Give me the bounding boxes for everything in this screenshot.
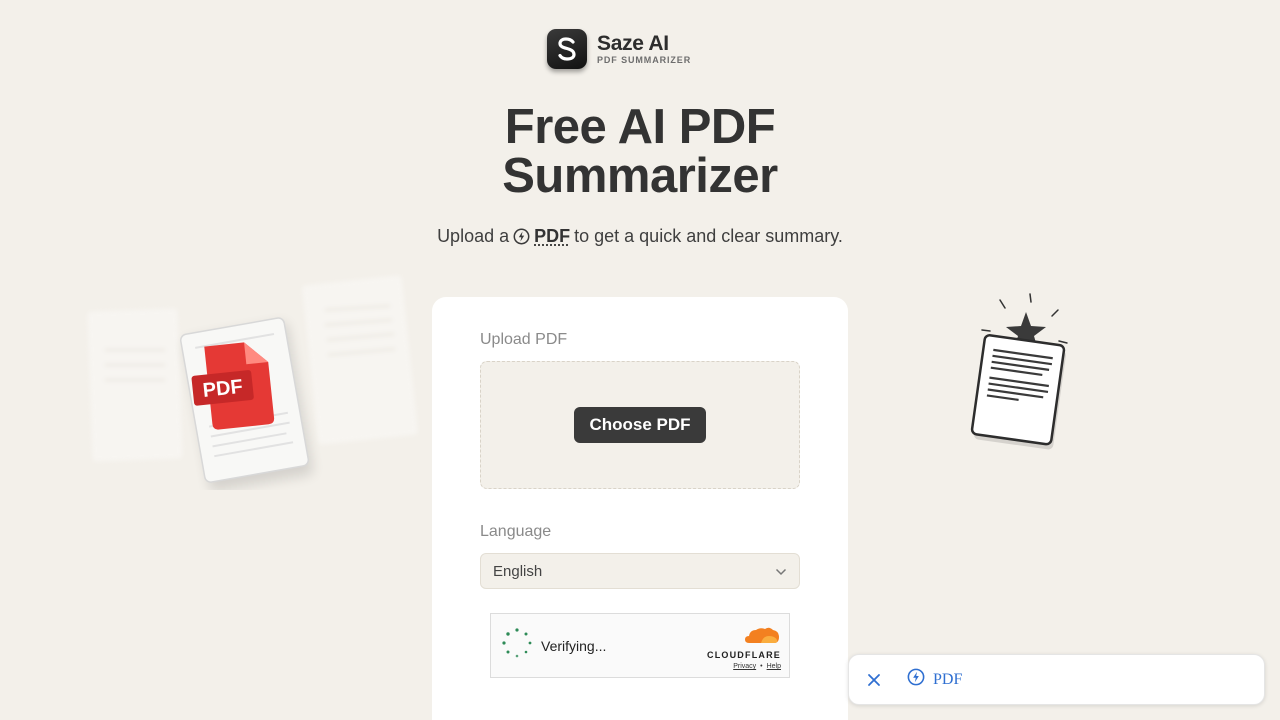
privacy-link[interactable]: Privacy <box>733 663 756 670</box>
page-title: Free AI PDF Summarizer <box>0 103 1280 201</box>
upload-card: Upload PDF Choose PDF Language English V… <box>432 297 848 720</box>
pdf-illustration: PDF <box>80 270 420 492</box>
pdf-dropzone[interactable]: Choose PDF <box>480 361 800 489</box>
pdf-badge-label: PDF <box>202 376 244 402</box>
choose-pdf-button[interactable]: Choose PDF <box>574 407 706 443</box>
subtitle-prefix: Upload a <box>437 226 510 246</box>
subtitle-suffix: to get a quick and clear summary. <box>574 226 843 246</box>
page-subtitle: Upload a PDF to get a quick and clear su… <box>0 226 1280 247</box>
help-link[interactable]: Help <box>767 663 781 670</box>
brand-logo[interactable]: Saze AI PDF SUMMARIZER <box>547 29 691 69</box>
cloudflare-cloud-icon <box>743 626 781 649</box>
subtitle-pdf-link[interactable]: PDF <box>534 226 570 247</box>
language-select[interactable]: English <box>480 553 800 589</box>
cloudflare-branding: CLOUDFLARE Privacy • Help <box>707 626 781 670</box>
page-title-line-1: Free AI PDF <box>504 100 776 154</box>
popup-pdf-item[interactable]: PDF <box>907 668 962 691</box>
cloudflare-captcha[interactable]: Verifying... CLOUDFLARE Privacy • Help <box>490 613 790 678</box>
spinner-icon <box>501 627 533 664</box>
document-star-illustration <box>960 290 1080 460</box>
popup-pdf-label: PDF <box>933 670 963 688</box>
upload-label: Upload PDF <box>480 331 568 348</box>
chevron-down-icon <box>775 563 787 580</box>
brand-name: Saze AI <box>597 32 669 55</box>
language-select-value: English <box>493 562 543 580</box>
close-icon[interactable] <box>865 671 883 689</box>
captcha-status: Verifying... <box>541 637 607 654</box>
bolt-circle-icon <box>907 668 925 691</box>
page-title-line-2: Summarizer <box>502 149 778 203</box>
brand-subtitle: PDF SUMMARIZER <box>597 55 692 65</box>
language-label: Language <box>480 523 552 540</box>
bottom-popup: PDF <box>848 654 1265 705</box>
logo-icon <box>547 29 587 69</box>
link-separator: • <box>760 663 763 670</box>
cloudflare-wordmark: CLOUDFLARE <box>707 650 781 660</box>
bolt-circle-icon <box>513 228 530 245</box>
